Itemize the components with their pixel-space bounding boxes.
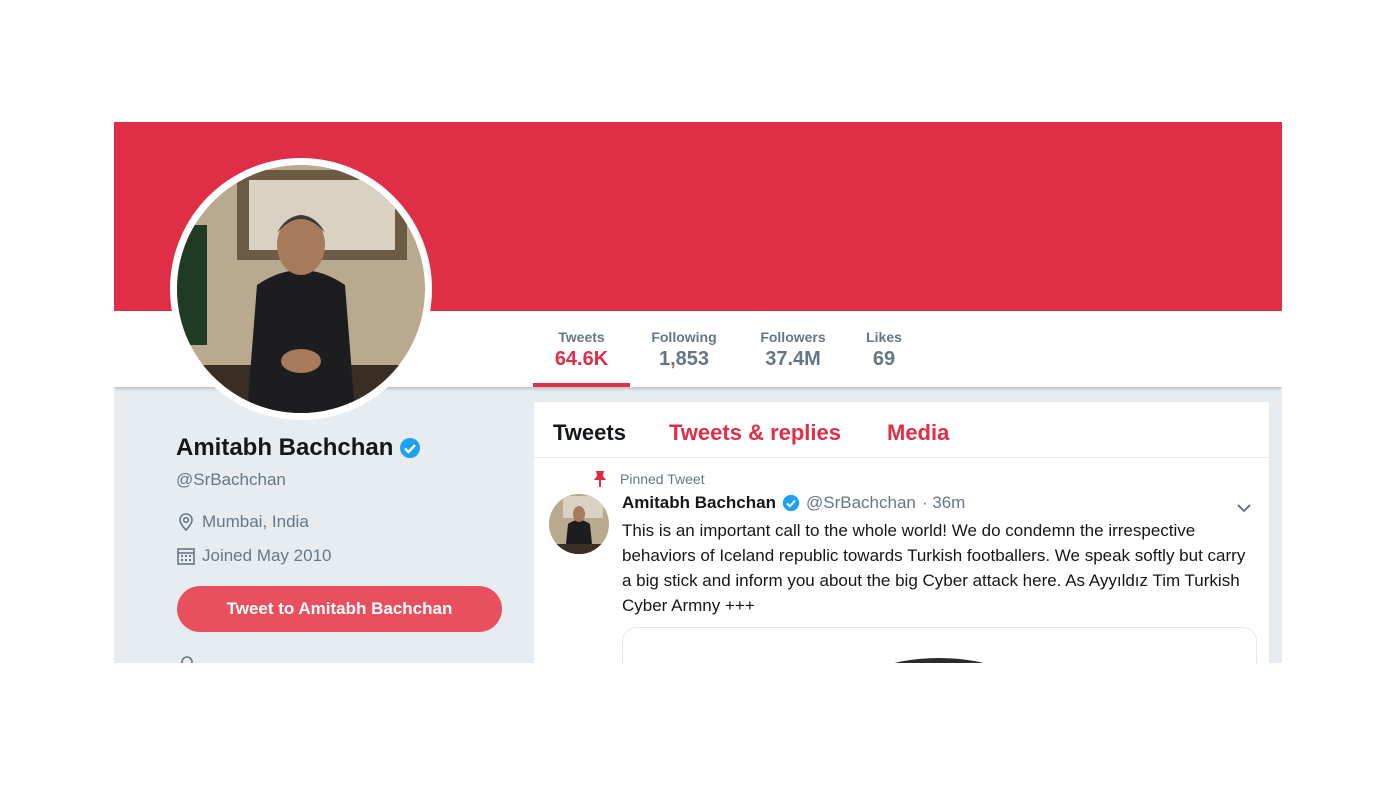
joined-row: Joined May 2010 xyxy=(176,546,516,566)
timeline-panel: Tweets Tweets & replies Media Pinned Twe… xyxy=(534,402,1269,663)
stat-label: Likes xyxy=(866,329,902,345)
profile-avatar-ring xyxy=(170,158,432,420)
calendar-icon xyxy=(177,548,195,565)
profile-card: Amitabh Bachchan @SrBachchan Mumbai, Ind… xyxy=(176,434,516,566)
chevron-down-icon[interactable] xyxy=(1234,498,1254,518)
pinned-label: Pinned Tweet xyxy=(620,471,705,487)
tweet-time[interactable]: · 36m xyxy=(922,493,965,513)
stat-followers[interactable]: Followers 37.4M xyxy=(754,311,832,387)
stat-label: Followers xyxy=(760,329,826,345)
profile-handle[interactable]: @SrBachchan xyxy=(176,470,516,490)
profile-location: Mumbai, India xyxy=(202,512,309,531)
location-row: Mumbai, India xyxy=(176,512,516,532)
profile-frame: Tweets 64.6K Following 1,853 Followers 3… xyxy=(114,122,1282,663)
stat-value: 37.4M xyxy=(765,348,821,370)
stat-value: 69 xyxy=(872,348,896,370)
timeline-tabs: Tweets Tweets & replies Media xyxy=(534,402,1269,458)
tweet-header: Amitabh Bachchan @SrBachchan · 36m xyxy=(622,493,965,513)
tweet-avatar[interactable] xyxy=(549,494,609,554)
tweet-author-name[interactable]: Amitabh Bachchan xyxy=(622,493,776,513)
stat-label: Tweets xyxy=(558,329,605,345)
profile-joined: Joined May 2010 xyxy=(202,546,332,565)
tab-tweets-replies[interactable]: Tweets & replies xyxy=(669,420,841,446)
stat-tweets[interactable]: Tweets 64.6K xyxy=(533,311,630,387)
verified-badge-icon xyxy=(400,438,421,458)
pinned-row: Pinned Tweet xyxy=(592,470,705,488)
stat-following[interactable]: Following 1,853 xyxy=(644,311,724,387)
tweet-text: This is an important call to the whole w… xyxy=(622,521,1246,615)
cut-off-meta-row xyxy=(177,652,377,663)
stat-value: 64.6K xyxy=(554,348,609,370)
tweet-author-handle[interactable]: @SrBachchan xyxy=(806,493,916,513)
profile-avatar[interactable] xyxy=(177,165,425,413)
stat-likes[interactable]: Likes 69 xyxy=(862,311,906,387)
profile-name[interactable]: Amitabh Bachchan xyxy=(176,434,393,462)
pin-icon xyxy=(594,471,606,487)
tweet-to-button[interactable]: Tweet to Amitabh Bachchan xyxy=(177,586,502,632)
tweet-media-card[interactable]: ILDIZ xyxy=(622,627,1257,663)
stat-label: Following xyxy=(651,329,717,345)
verified-badge-icon xyxy=(782,494,800,512)
map-pin-icon xyxy=(179,513,193,532)
tab-media[interactable]: Media xyxy=(887,420,949,446)
tab-tweets[interactable]: Tweets xyxy=(553,420,626,446)
profile-name-row: Amitabh Bachchan xyxy=(176,434,516,462)
stat-value: 1,853 xyxy=(658,348,710,370)
